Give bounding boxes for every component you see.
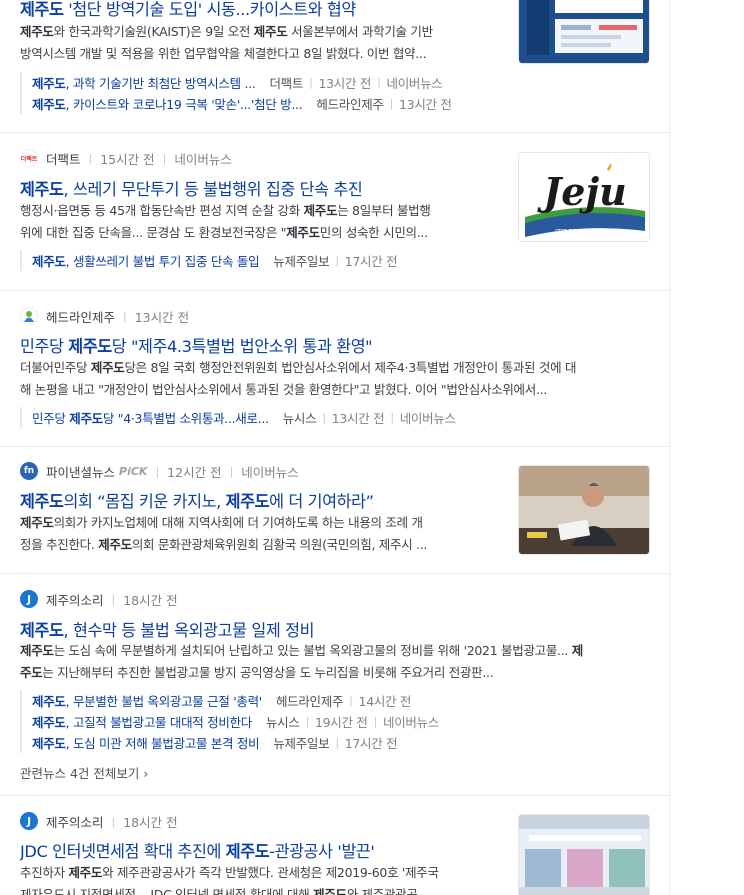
news-thumbnail[interactable] [518, 465, 650, 555]
news-item: J 제주의소리 | 18시간 전 제주도, 현수막 등 불법 옥외광고물 일제 정… [0, 574, 669, 796]
press-logo-icon: 더팩트 [20, 149, 38, 167]
news-item: J 제주의소리 | 18시간 전 JDC 인터넷면세점 확대 추진에 제주도-관광… [0, 796, 669, 895]
news-title[interactable]: 제주도의회 “몸집 키운 카지노, 제주도에 더 기여하라” [20, 488, 500, 512]
news-thumbnail[interactable]: Jeju THE FACT [518, 152, 650, 242]
related-news-item[interactable]: 제주도, 과학 기술기반 최첨단 방역시스템 ... 더팩트 | 13시간 전 | … [32, 72, 452, 93]
news-title[interactable]: JDC 인터넷면세점 확대 추진에 제주도-관광공사 '발끈' [20, 838, 500, 862]
press-info: J 제주의소리 | 18시간 전 [20, 589, 178, 609]
news-desc: 행정시·읍면동 등 45개 합동단속반 편성 지역 순찰 강화 제주도는 8일부… [20, 203, 431, 240]
right-divider [669, 0, 670, 895]
press-info: J 제주의소리 | 18시간 전 [20, 811, 178, 831]
related-news: 제주도, 생활쓰레기 불법 투기 집중 단속 돌입 뉴제주일보 | 17시간 전 [20, 250, 398, 271]
news-title[interactable]: 제주도, 쓰레기 무단투기 등 불법행위 집중 단속 추진 [20, 176, 500, 200]
news-title[interactable]: 민주당 제주도당 "제주4.3특별법 법안소위 통과 환영" [20, 333, 660, 357]
related-news-item[interactable]: 민주당 제주도당 "4·3특별법 소위통과...새로... 뉴시스 | 13시간 … [32, 407, 456, 428]
thumbnail-caption: THE FACT [556, 227, 615, 240]
news-title[interactable]: 제주도 '첨단 방역기술 도입' 시동...카이스트와 협약 [20, 0, 505, 20]
news-title[interactable]: 제주도, 현수막 등 불법 옥외광고물 일제 정비 [20, 617, 660, 641]
press-logo-icon: J [20, 812, 38, 830]
related-news-item[interactable]: 제주도, 카이스트와 코로나19 극복 '맞손'...'첨단 방... 헤드라인… [32, 93, 452, 114]
news-desc: 추진하자 제주도와 제주관광공사가 즉각 반발했다. 관세청은 제2019-60… [20, 865, 439, 895]
news-item: 제주도 '첨단 방역기술 도입' 시동...카이스트와 협약 제주도와 한국과학… [0, 0, 669, 133]
related-news: 제주도, 과학 기술기반 최첨단 방역시스템 ... 더팩트 | 13시간 전 | … [20, 72, 452, 114]
related-news-item[interactable]: 제주도, 무분별한 불법 옥외광고물 근절 '총력' 헤드라인제주 | 14시간 … [32, 690, 439, 711]
related-news: 민주당 제주도당 "4·3특별법 소위통과...새로... 뉴시스 | 13시간 … [20, 407, 456, 428]
related-news-more-link[interactable]: 관련뉴스 4건 전체보기 › [20, 763, 148, 782]
news-item: 헤드라인제주 | 13시간 전 민주당 제주도당 "제주4.3특별법 법안소위 통… [0, 291, 669, 447]
related-news-item[interactable]: 제주도, 도심 미관 저해 불법광고물 본격 정비 뉴제주일보 | 17시간 전 [32, 732, 439, 753]
news-thumbnail[interactable] [518, 0, 650, 64]
news-item: fn 파이낸셜뉴스 PiCK | 12시간 전 | 네이버뉴스 제주도의회 “몸집 키… [0, 447, 669, 574]
press-logo-icon: fn [20, 462, 38, 480]
press-info: 더팩트 더팩트 | 15시간 전 | 네이버뉴스 [20, 148, 232, 168]
press-info: 헤드라인제주 | 13시간 전 [20, 306, 189, 326]
thumbnail-text: Jeju [537, 169, 627, 214]
press-info: fn 파이낸셜뉴스 PiCK | 12시간 전 | 네이버뉴스 [20, 461, 299, 481]
news-desc: 더불어민주당 제주도당은 8일 국회 행정안전위원회 법안심사소위에서 제주4·… [20, 360, 577, 397]
news-desc: 제주도의회가 카지노업체에 대해 지역사회에 더 기여하도록 하는 내용의 조례… [20, 515, 428, 552]
news-desc: 제주도는 도심 속에 무분별하게 설치되어 난립하고 있는 불법 옥외광고물의 … [20, 643, 583, 680]
news-desc: 제주도와 한국과학기술원(KAIST)은 9일 오전 제주도 서울본부에서 과학… [20, 24, 433, 61]
news-thumbnail[interactable] [518, 814, 650, 895]
related-news-item[interactable]: 제주도, 고질적 불법광고물 대대적 정비한다 뉴시스 | 19시간 전 | 네이버… [32, 711, 439, 732]
news-item: 더팩트 더팩트 | 15시간 전 | 네이버뉴스 제주도, 쓰레기 무단투기 등 불… [0, 133, 669, 291]
related-news: 제주도, 무분별한 불법 옥외광고물 근절 '총력' 헤드라인제주 | 14시간 … [20, 690, 439, 753]
press-logo-icon [20, 307, 38, 325]
pick-badge: PiCK [119, 464, 148, 478]
press-logo-icon: J [20, 590, 38, 608]
related-news-item[interactable]: 제주도, 생활쓰레기 불법 투기 집중 단속 돌입 뉴제주일보 | 17시간 전 [32, 250, 398, 271]
